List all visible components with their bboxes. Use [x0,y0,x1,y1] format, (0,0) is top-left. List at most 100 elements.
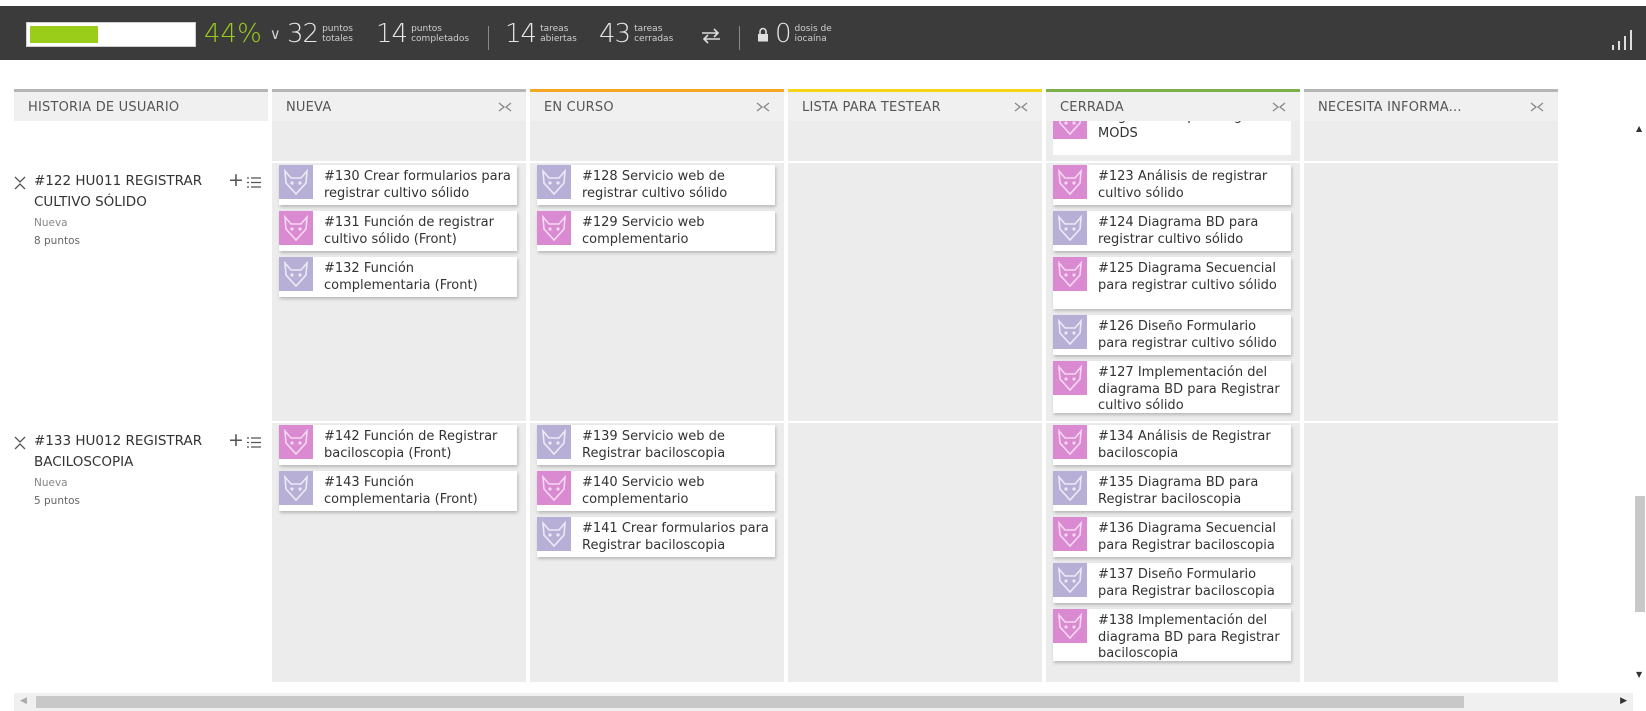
horizontal-scrollbar[interactable]: ◀ ▶ [14,693,1633,711]
completion-percent[interactable]: 44% ∨ [204,19,281,49]
horizontal-scroll-thumb[interactable] [36,696,1464,708]
task-card[interactable]: #137 Diseño Formulario para Registrar ba… [1053,563,1291,603]
stat-closed-tasks: 43 tareas cerradas [599,19,673,49]
fold-column-icon[interactable] [756,102,770,112]
graph-icon[interactable] [1611,30,1635,50]
task-card-title: #143 Función complementaria (Front) [324,475,478,507]
task-card-title: #139 Servicio web de Registrar bacilosco… [582,429,726,461]
scroll-left-arrow-icon[interactable]: ◀ [20,696,27,706]
task-card[interactable]: #129 Servicio web complementario [537,211,775,251]
done-points-label: puntos [411,24,442,34]
add-task-button[interactable]: + [228,171,244,190]
chevron-down-icon[interactable]: ∨ [270,25,281,43]
collapse-lane-icon[interactable] [14,435,26,450]
add-task-button[interactable]: + [228,431,244,450]
task-card[interactable]: #130 Crear formularios para registrar cu… [279,165,517,205]
user-avatar-icon [279,211,313,245]
story-points: 5 puntos [34,495,81,507]
iocaine-value: 0 [775,19,792,49]
task-card-title: #141 Crear formularios para Registrar ba… [582,521,769,553]
task-card-title: #125 Diagrama Secuencial para registrar … [1098,261,1277,293]
task-card[interactable]: #134 Análisis de Registrar baciloscopia [1053,425,1291,465]
bulk-add-list-icon[interactable] [247,434,261,448]
open-tasks-value: 14 [505,19,537,49]
task-card[interactable]: #142 Función de Registrar baciloscopia (… [279,425,517,465]
task-card[interactable]: diagrama BD para registrar MODS [1053,121,1291,155]
task-card-title: #142 Función de Registrar baciloscopia (… [324,429,498,461]
fold-column-icon[interactable] [1014,102,1028,112]
task-card-title: #126 Diseño Formulario para registrar cu… [1098,319,1277,351]
column-title-closed: CERRADA [1060,100,1124,115]
fold-column-icon[interactable] [498,102,512,112]
closed-tasks-value: 43 [599,19,631,49]
user-avatar-icon [537,517,571,551]
lane-cell-needs-info [1304,423,1558,682]
task-card[interactable]: #141 Crear formularios para Registrar ba… [537,517,775,557]
total-points-label: puntos [322,24,353,34]
story-points: 8 puntos [34,235,81,247]
story-title-link[interactable]: #122 HU011 REGISTRAR CULTIVO SÓLIDO [34,171,204,213]
task-card-title: #134 Análisis de Registrar baciloscopia [1098,429,1271,461]
vertical-scrollbar[interactable]: ▲ ▼ [1633,118,1646,680]
user-avatar-icon [1053,471,1087,505]
story-title-link[interactable]: #133 HU012 REGISTRAR BACILOSCOPIA [34,431,204,473]
task-card[interactable]: #135 Diagrama BD para Registrar bacilosc… [1053,471,1291,511]
task-card[interactable]: #124 Diagrama BD para registrar cultivo … [1053,211,1291,251]
column-header-needs-info: NECESITA INFORMA... [1304,89,1558,121]
stats-bar: 44% ∨ 32 puntos totales 14 puntos completa… [0,6,1646,60]
open-tasks-label: tareas [540,24,569,34]
scroll-down-arrow-icon[interactable]: ▼ [1636,670,1642,679]
bulk-add-list-icon[interactable] [247,174,261,188]
user-avatar-icon [1053,361,1087,395]
task-card-title: #140 Servicio web complementario [582,475,705,507]
closed-tasks-label: tareas [634,24,663,34]
done-points-value: 14 [376,19,408,49]
scroll-up-arrow-icon[interactable]: ▲ [1636,124,1642,133]
column-title-in-progress: EN CURSO [544,100,614,115]
collapse-lane-icon[interactable] [14,175,26,190]
task-card[interactable]: #126 Diseño Formulario para registrar cu… [1053,315,1291,355]
task-card[interactable]: #132 Función complementaria (Front) [279,257,517,297]
user-avatar-icon [1053,563,1087,597]
task-card[interactable]: #125 Diagrama Secuencial para registrar … [1053,257,1291,309]
column-header-new: NUEVA [272,89,526,121]
task-card-title: #136 Diagrama Secuencial para Registrar … [1098,521,1276,553]
task-card[interactable]: #131 Función de registrar cultivo sólido… [279,211,517,251]
task-card[interactable]: #128 Servicio web de registrar cultivo s… [537,165,775,205]
task-card-title: #132 Función complementaria (Front) [324,261,478,293]
stats-divider-2 [739,26,740,50]
task-card[interactable]: #123 Análisis de registrar cultivo sólid… [1053,165,1291,205]
user-avatar-icon [279,257,313,291]
lane-cell [788,121,1042,161]
lane-cell [272,121,526,161]
user-avatar-icon [1053,257,1087,291]
task-card-title: #135 Diagrama BD para Registrar bacilosc… [1098,475,1259,507]
iocaine-label: dosis de [794,24,832,34]
lane-cell [530,121,784,161]
task-card[interactable]: #127 Implementación del diagrama BD para… [1053,361,1291,413]
task-card-title: #123 Análisis de registrar cultivo sólid… [1098,169,1268,201]
user-story: #133 HU012 REGISTRAR BACILOSCOPIA Nueva 5 … [14,431,264,531]
task-card[interactable]: #139 Servicio web de Registrar bacilosco… [537,425,775,465]
task-card-title: #131 Función de registrar cultivo sólido… [324,215,494,247]
total-points-label-2: totales [322,34,353,44]
task-card[interactable]: #138 Implementación del diagrama BD para… [1053,609,1291,661]
task-card[interactable]: #140 Servicio web complementario [537,471,775,511]
iocaine-label-2: iocaína [794,34,827,44]
task-card[interactable]: #143 Función complementaria (Front) [279,471,517,511]
task-card[interactable]: #136 Diagrama Secuencial para Registrar … [1053,517,1291,557]
scroll-right-arrow-icon[interactable]: ▶ [1620,696,1627,706]
column-title-new: NUEVA [286,100,332,115]
column-header-ready-test: LISTA PARA TESTEAR [788,89,1042,121]
vertical-scroll-thumb[interactable] [1635,496,1645,612]
task-card-title: #127 Implementación del diagrama BD para… [1098,365,1280,413]
closed-tasks-label-2: cerradas [634,34,674,44]
fold-column-icon[interactable] [1272,102,1286,112]
stat-done-points: 14 puntos completados [376,19,469,49]
percent-value: 44% [204,19,262,49]
fold-column-icon[interactable] [1530,102,1544,112]
user-avatar-icon [537,471,571,505]
user-story: #122 HU011 REGISTRAR CULTIVO SÓLIDO Nueva… [14,171,264,271]
progress-bar-fill [27,23,101,46]
swap-arrows-icon[interactable] [700,28,722,44]
